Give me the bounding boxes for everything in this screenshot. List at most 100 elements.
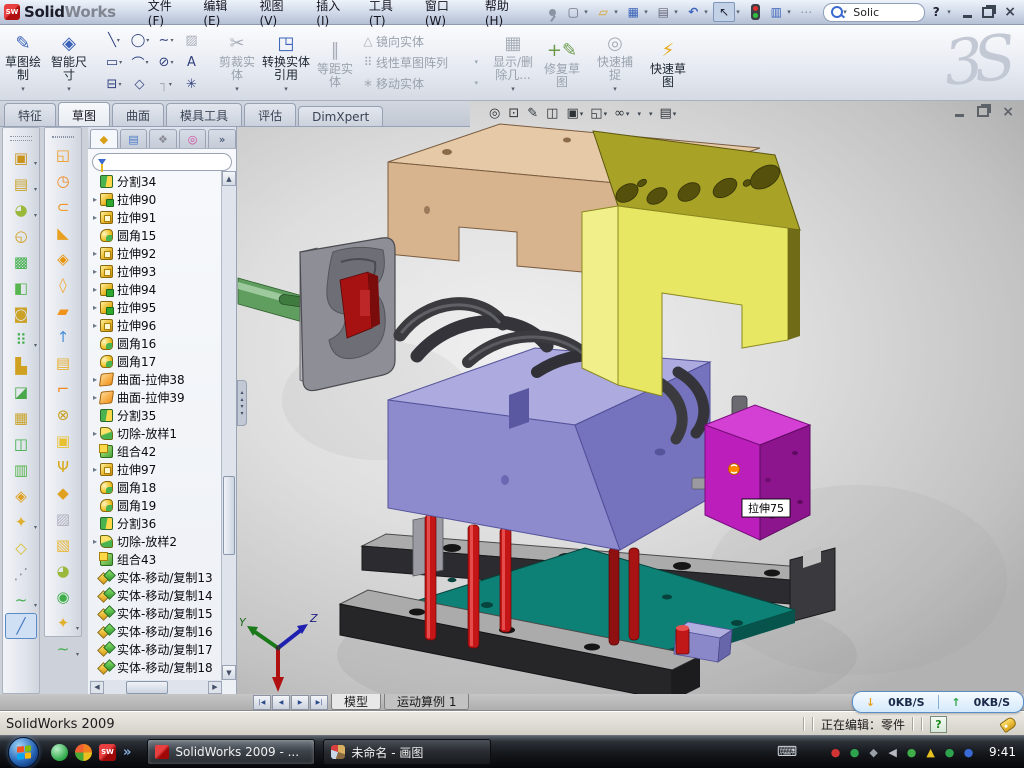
defender-icon[interactable]: ●	[942, 746, 957, 759]
planar-surface-icon[interactable]: ▰	[47, 298, 79, 324]
solidworks-shortcut-icon[interactable]: SW	[99, 744, 116, 761]
command-tab[interactable]: 曲面	[112, 103, 164, 126]
tags-icon[interactable]	[999, 715, 1018, 733]
wireless-warning-icon[interactable]: ▲	[923, 746, 938, 759]
tree-item[interactable]: 组合43	[90, 550, 222, 568]
replace-face-icon[interactable]: ▣	[47, 428, 79, 454]
open-document-icon[interactable]: ▱	[593, 3, 613, 21]
repair-sketch-button[interactable]: +✎ 修复草图	[539, 35, 585, 90]
bent-surface-icon[interactable]: ⌐	[47, 376, 79, 402]
tree-item[interactable]: ▸ 拉伸93	[90, 262, 222, 280]
tree-item[interactable]: 分割35	[90, 406, 222, 424]
selection-filter-icon[interactable]: ⋯	[796, 3, 816, 21]
expand-arrow-icon[interactable]: ▸	[90, 303, 100, 312]
untrim-surface-icon[interactable]: ▧	[47, 532, 79, 558]
tree-item[interactable]: 实体-移动/复制15	[90, 604, 222, 622]
view-orientation-icon[interactable]: ◱▾	[588, 105, 609, 122]
menu-item[interactable]: 文件(F)	[138, 0, 194, 28]
view-annotations-icon[interactable]: ▤▾	[657, 105, 678, 122]
new-document-icon[interactable]: ▢	[563, 3, 583, 21]
command-tab[interactable]: 模具工具	[166, 103, 242, 126]
pin-toolbar-icon[interactable]	[542, 3, 562, 21]
tree-item[interactable]: ▸ 曲面-拉伸38	[90, 370, 222, 388]
scrollbar-thumb[interactable]	[126, 681, 168, 694]
delete-body-icon[interactable]: ✦▾	[5, 509, 37, 535]
shaded-contour-tool[interactable]: ▨	[179, 29, 205, 51]
quick-snaps-button[interactable]: ◎ 快速捕捉▾	[592, 28, 638, 97]
tree-vertical-scrollbar[interactable]: ▲ ▼	[221, 171, 236, 680]
yoke-bracket[interactable]	[582, 131, 800, 396]
tree-item[interactable]: 圆角15	[90, 226, 222, 244]
polygon-tool[interactable]: ◇	[127, 73, 153, 95]
rectangle-tool[interactable]: ▭▾	[101, 51, 127, 73]
expand-arrow-icon[interactable]: ▸	[90, 537, 100, 546]
tree-item[interactable]: ▸ 切除-放样1	[90, 424, 222, 442]
rebuild-icon[interactable]	[745, 3, 765, 21]
expand-arrow-icon[interactable]: ▸	[90, 195, 100, 204]
fillet-surface-icon[interactable]: ◕	[47, 558, 79, 584]
imported-body-icon[interactable]: ◇	[5, 535, 37, 561]
boundary-surface-icon[interactable]: ◈	[47, 246, 79, 272]
hide-show-items-icon[interactable]: ∞▾	[612, 105, 631, 122]
expand-arrow-icon[interactable]: ▸	[90, 285, 100, 294]
tree-item[interactable]: 实体-移动/复制14	[90, 586, 222, 604]
network-phone-icon[interactable]: ●	[904, 746, 919, 759]
filled-surface-icon[interactable]: ◊	[47, 272, 79, 298]
swept-boss-icon[interactable]: ◵	[5, 223, 37, 249]
trim-entities-button[interactable]: ✂ 剪裁实体▾	[214, 28, 260, 97]
tree-horizontal-scrollbar[interactable]: ◀ ▶	[90, 680, 222, 694]
command-tab[interactable]: 评估	[244, 103, 296, 126]
tree-item[interactable]: 分割36	[90, 514, 222, 532]
move-entities-button[interactable]: ∗移动实体▾	[360, 74, 478, 92]
freeform-icon[interactable]: ↑	[47, 324, 79, 350]
tree-item[interactable]: ▸ 拉伸97	[90, 460, 222, 478]
save-icon[interactable]: ▦	[623, 3, 643, 21]
tree-item[interactable]: 实体-移动/复制13	[90, 568, 222, 586]
model-tab[interactable]: 运动算例 1	[384, 694, 469, 710]
expand-arrow-icon[interactable]: ▸	[90, 213, 100, 222]
search-input[interactable]	[851, 5, 903, 20]
extruded-boss-icon[interactable]: ▣▾	[5, 145, 37, 171]
tree-item[interactable]: ▸ 拉伸92	[90, 244, 222, 262]
tree-item[interactable]: 圆角17	[90, 352, 222, 370]
toolbar-grip[interactable]	[52, 136, 74, 138]
extruded-surface-icon[interactable]: ◱	[47, 142, 79, 168]
tree-item[interactable]: 圆角16	[90, 334, 222, 352]
tree-item[interactable]: ▸ 拉伸90	[90, 190, 222, 208]
thicken-icon[interactable]: ▤	[47, 350, 79, 376]
tree-item[interactable]: 组合42	[90, 442, 222, 460]
rewind-button[interactable]: |◀	[253, 695, 271, 710]
search-dropdown-icon[interactable]: ▾	[843, 8, 851, 16]
scroll-up-icon[interactable]: ▲	[222, 171, 236, 186]
fillet-icon[interactable]: ◕▾	[5, 197, 37, 223]
expand-arrow-icon[interactable]: ▸	[90, 429, 100, 438]
minimize-button[interactable]	[963, 15, 972, 18]
expand-arrow-icon[interactable]: ▸	[90, 465, 100, 474]
lofted-boss-icon[interactable]: ▩	[5, 249, 37, 275]
tree-item[interactable]: 圆角19	[90, 496, 222, 514]
centerline-icon[interactable]: ⋰	[5, 561, 37, 587]
task-button[interactable]: SolidWorks 2009 - ...	[147, 739, 315, 765]
tree-item[interactable]: ▸ 拉伸94	[90, 280, 222, 298]
circle-tool[interactable]: ◯▾	[127, 29, 153, 51]
arc-tool[interactable]: ⌒▾	[127, 51, 153, 73]
mirror-entities-button[interactable]: △镜向实体	[360, 32, 478, 50]
model-tab[interactable]: 模型	[331, 694, 381, 710]
messenger-icon[interactable]	[51, 744, 68, 761]
slot-tool[interactable]: ⊟▾	[101, 73, 127, 95]
point-tool[interactable]: ✳	[179, 73, 205, 95]
delete-hole-icon[interactable]: ✦▾	[47, 610, 79, 636]
split-icon[interactable]: ◫	[5, 431, 37, 457]
panel-splitter[interactable]: ▴▴▾▾	[237, 380, 247, 426]
prev-button[interactable]: ◀	[272, 695, 290, 710]
view-settings-icon[interactable]: ✎	[525, 105, 541, 122]
scroll-left-icon[interactable]: ◀	[90, 681, 104, 694]
ellipse-tool[interactable]: ⊘▾	[153, 51, 179, 73]
configurationmanager-tab[interactable]: ❖	[149, 129, 177, 148]
keyboard-layout-icon[interactable]: ⌨	[777, 744, 797, 760]
hole-wizard-icon[interactable]: ◙	[5, 301, 37, 327]
combine-icon[interactable]: ▥	[5, 457, 37, 483]
security-alert-icon[interactable]: ●	[828, 746, 843, 759]
expand-arrow-icon[interactable]: ▸	[90, 267, 100, 276]
boundary-boss-icon[interactable]: ◧	[5, 275, 37, 301]
